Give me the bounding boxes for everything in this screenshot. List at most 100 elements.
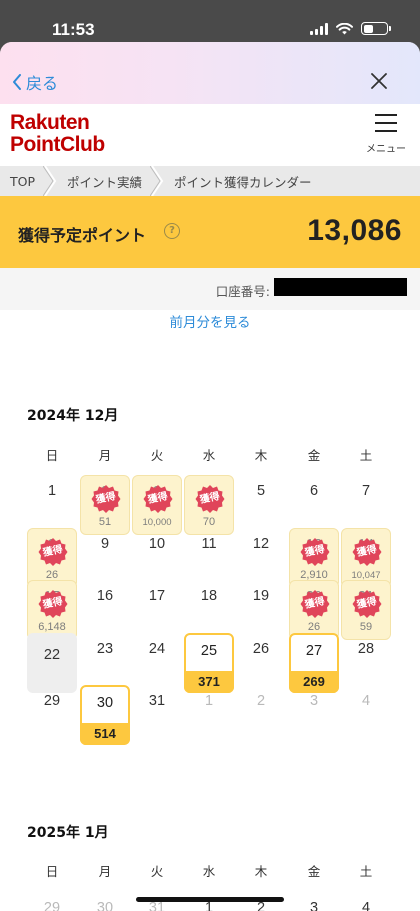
status-icons (310, 22, 391, 35)
earned-stamp-icon: 獲得 (352, 589, 382, 619)
calendar-day-earned[interactable]: 8獲得26 (27, 527, 77, 588)
scheduled-points: 514 (80, 723, 130, 745)
chevron-right-icon (150, 166, 164, 196)
calendar-day-plain[interactable]: 18 (184, 580, 234, 640)
month-title: 2025年 1月 (27, 825, 109, 841)
calendar-day-plain[interactable]: 9 (80, 528, 130, 588)
wifi-icon (336, 22, 353, 34)
day-number: 3 (309, 900, 319, 911)
earned-stamp-icon: 獲得 (195, 484, 225, 514)
stamp-text: 獲得 (41, 596, 64, 611)
calendar-day-plain[interactable]: 5 (236, 475, 286, 535)
calendar-day-plain[interactable]: 23 (80, 633, 130, 693)
calendar-day-plain[interactable]: 26 (236, 633, 286, 693)
pending-points-label: 獲得予定ポイント (18, 226, 147, 245)
calendar-day-earned[interactable]: 3獲得10,000 (132, 475, 182, 535)
stamp-text: 獲得 (355, 543, 378, 559)
earned-points: 10,047 (351, 569, 381, 581)
hamburger-icon (364, 114, 408, 132)
calendar-day-plain[interactable]: 4 (341, 892, 391, 911)
breadcrumb-top[interactable]: TOP (0, 166, 57, 196)
calendar-day-dim: 30 (80, 892, 130, 911)
day-number: 30 (96, 900, 114, 911)
earned-stamp-icon: 獲得 (143, 484, 173, 514)
stamp-text: 獲得 (303, 543, 326, 559)
status-bar: 11:53 (0, 0, 420, 42)
day-number: 12 (252, 535, 270, 552)
brand-header: Rakuten PointClub メニュー (0, 104, 420, 166)
day-number: 1 (47, 483, 57, 499)
day-number: 28 (357, 640, 375, 657)
day-number: 16 (96, 588, 114, 604)
back-label: 戻る (26, 76, 59, 93)
back-button[interactable]: 戻る (12, 70, 58, 94)
menu-label: メニュー (366, 144, 406, 155)
calendar-day-earned[interactable]: 14獲得10,047 (341, 527, 391, 588)
day-number: 29 (43, 693, 61, 709)
calendar-day-plain[interactable]: 11 (184, 528, 234, 588)
calendar-day-plain[interactable]: 12 (236, 528, 286, 588)
day-number: 24 (148, 640, 166, 657)
breadcrumb-label: TOP (10, 173, 36, 189)
day-number: 2 (256, 693, 266, 709)
day-number: 30 (96, 695, 114, 711)
calendar-day-plain[interactable]: 10 (132, 528, 182, 588)
calendar-day-earned[interactable]: 15獲得6,148 (27, 580, 77, 640)
calendar-day-plain[interactable]: 1 (27, 475, 77, 535)
calendar-day-today[interactable]: 22 (27, 632, 77, 693)
calendar-day-dim: 1 (184, 685, 234, 745)
calendar-day-plain[interactable]: 3 (289, 892, 339, 911)
account-number-label: 口座番号: (215, 284, 270, 299)
weekday-header: 月 (98, 864, 112, 879)
calendar-day-earned[interactable]: 4獲得70 (184, 475, 234, 535)
calendar-day-future[interactable]: 30 514 (80, 685, 130, 745)
day-number: 5 (256, 483, 266, 499)
day-number: 18 (200, 588, 218, 604)
calendar-day-plain[interactable]: 17 (132, 580, 182, 640)
calendar-day-plain[interactable]: 7 (341, 475, 391, 535)
calendar-day-plain[interactable]: 6 (289, 475, 339, 535)
nav-bar: 戻る (0, 42, 420, 104)
day-number: 17 (148, 588, 166, 604)
calendar-day-earned[interactable]: 2獲得51 (80, 475, 130, 535)
calendar-day-future[interactable]: 27 269 (289, 632, 339, 693)
earned-points: 2,910 (300, 568, 328, 581)
calendar-day-plain[interactable]: 24 (132, 633, 182, 693)
calendar-day-plain[interactable]: 29 (27, 685, 77, 745)
calendar-day-plain[interactable]: 16 (80, 580, 130, 640)
calendar-day-plain[interactable]: 31 (132, 685, 182, 745)
help-icon[interactable]: ? (164, 223, 180, 239)
breadcrumb-point-history[interactable]: ポイント実績 (57, 166, 164, 196)
previous-month-link[interactable]: 前月分を見る (0, 311, 420, 331)
breadcrumb: TOP ポイント実績 ポイント獲得カレンダー (0, 166, 420, 196)
earned-points: 26 (45, 568, 59, 581)
battery-icon (361, 22, 391, 35)
logo-line-2: PointClub (10, 133, 105, 156)
calendar-day-earned[interactable]: 21獲得59 (341, 580, 391, 640)
menu-button[interactable]: メニュー (364, 114, 408, 155)
earned-stamp-icon: 獲得 (352, 537, 382, 567)
day-number: 31 (148, 693, 166, 709)
weekday-header: 火 (150, 448, 164, 463)
calendar-day-dim: 29 (27, 892, 77, 911)
day-number: 4 (361, 900, 371, 911)
account-number-redacted (274, 278, 407, 296)
day-number: 3 (309, 693, 319, 709)
calendar-day-plain[interactable]: 19 (236, 580, 286, 640)
logo-line-1: Rakuten (10, 111, 90, 134)
pending-points-panel: 獲得予定ポイント ? 13,086 (0, 196, 420, 268)
day-number: 22 (43, 646, 61, 663)
calendar-day-earned[interactable]: 13獲得2,910 (289, 527, 339, 588)
calendar-day-future[interactable]: 25 371 (184, 632, 234, 693)
calendar-day-earned[interactable]: 20獲得26 (289, 580, 339, 640)
calendar-day-plain[interactable]: 28 (341, 633, 391, 693)
weekday-header: 日 (45, 448, 59, 463)
close-icon[interactable] (370, 72, 388, 90)
day-number: 7 (361, 483, 371, 499)
calendar-day-dim: 4 (341, 685, 391, 745)
stamp-text: 獲得 (355, 596, 378, 611)
weekday-header: 土 (359, 448, 373, 463)
day-number: 4 (361, 693, 371, 709)
rakuten-pointclub-logo[interactable]: Rakuten PointClub (10, 112, 105, 156)
weekday-header: 金 (307, 448, 321, 463)
